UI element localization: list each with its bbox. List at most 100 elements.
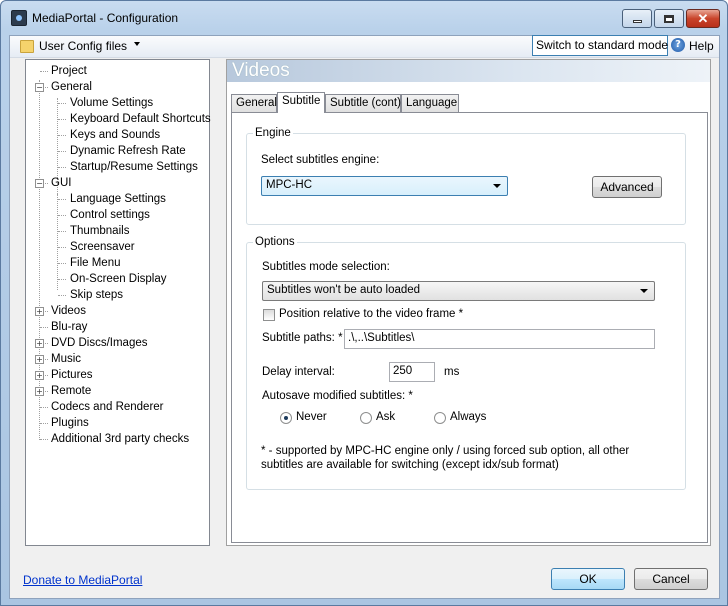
chevron-down-icon xyxy=(640,289,648,293)
tree-connector-line xyxy=(57,194,58,290)
tree-connector-line xyxy=(58,231,66,232)
chevron-down-icon xyxy=(493,184,501,188)
switch-to-standard-mode-button[interactable]: Switch to standard mode xyxy=(532,35,668,56)
folder-icon xyxy=(20,40,34,53)
toolbar: User Config files Switch to standard mod… xyxy=(10,35,719,58)
tree-item[interactable]: Keys and Sounds xyxy=(70,128,160,142)
tab-subtitle-cont[interactable]: Subtitle (cont) xyxy=(325,94,401,113)
tab-language[interactable]: Language xyxy=(401,94,459,113)
maximize-button[interactable] xyxy=(654,9,684,28)
tree-item[interactable]: DVD Discs/Images xyxy=(51,336,148,350)
autosave-never-radio[interactable] xyxy=(280,412,292,424)
engine-support-note: * - supported by MPC-HC engine only / us… xyxy=(261,445,630,471)
settings-panel: Videos General Subtitle Subtitle (cont) … xyxy=(226,59,711,546)
close-button[interactable]: ✕ xyxy=(686,9,720,28)
autosave-never-label[interactable]: Never xyxy=(296,411,327,423)
cancel-button[interactable]: Cancel xyxy=(634,568,708,590)
tree-connector-line xyxy=(40,327,48,328)
minimize-button[interactable] xyxy=(622,9,652,28)
window-title: MediaPortal - Configuration xyxy=(32,11,179,25)
autosave-label: Autosave modified subtitles: * xyxy=(262,390,413,402)
maximize-icon xyxy=(664,14,674,23)
tree-connector-line xyxy=(40,407,48,408)
subtitle-paths-input[interactable]: .\,..\Subtitles\ xyxy=(344,329,655,349)
tree-item[interactable]: Plugins xyxy=(51,416,89,430)
tree-connector-line xyxy=(58,263,66,264)
tree-item[interactable]: Dynamic Refresh Rate xyxy=(70,144,186,158)
position-relative-checkbox[interactable] xyxy=(263,309,275,321)
settings-tree[interactable]: Project − General Volume Settings Keyboard D… xyxy=(25,59,211,546)
advanced-button[interactable]: Advanced xyxy=(592,176,662,198)
tree-connector-line xyxy=(40,439,48,440)
tree-item[interactable]: File Menu xyxy=(70,256,121,270)
tree-item[interactable]: Screensaver xyxy=(70,240,135,254)
autosave-always-label[interactable]: Always xyxy=(450,411,486,423)
tree-connector-line xyxy=(58,295,66,296)
tree-item[interactable]: Skip steps xyxy=(70,288,123,302)
subtitles-mode-value: Subtitles won't be auto loaded xyxy=(267,284,421,296)
tree-connector-line xyxy=(58,215,66,216)
tree-item[interactable]: Blu-ray xyxy=(51,320,87,334)
tree-item[interactable]: Thumbnails xyxy=(70,224,129,238)
tree-item[interactable]: Pictures xyxy=(51,368,93,382)
position-relative-label[interactable]: Position relative to the video frame * xyxy=(279,308,463,320)
subtitles-mode-label: Subtitles mode selection: xyxy=(262,261,390,273)
tree-connector-line xyxy=(58,103,66,104)
tree-connector-line xyxy=(58,279,66,280)
donate-link[interactable]: Donate to MediaPortal xyxy=(23,573,142,587)
main-window: MediaPortal - Configuration ✕ User Confi… xyxy=(0,0,728,606)
user-config-files-dropdown[interactable]: User Config files xyxy=(39,39,127,53)
help-button[interactable]: Help xyxy=(689,39,714,53)
select-engine-label: Select subtitles engine: xyxy=(261,154,380,166)
tree-item[interactable]: On-Screen Display xyxy=(70,272,167,286)
subtitle-tab-content: Engine Select subtitles engine: MPC-HC A… xyxy=(231,112,708,543)
tree-connector-line xyxy=(58,167,66,168)
tree-item[interactable]: Control settings xyxy=(70,208,150,222)
mediaportal-app-icon xyxy=(11,10,27,26)
delay-interval-input[interactable]: 250 xyxy=(389,362,435,382)
engine-legend: Engine xyxy=(255,127,291,139)
tree-item[interactable]: Project xyxy=(51,64,87,78)
tree-item[interactable]: Videos xyxy=(51,304,86,318)
tree-item[interactable]: GUI xyxy=(51,176,71,190)
tree-item[interactable]: Language Settings xyxy=(70,192,166,206)
subtitles-mode-select[interactable]: Subtitles won't be auto loaded xyxy=(262,281,655,301)
expand-icon[interactable]: + xyxy=(35,387,44,396)
expand-icon[interactable]: + xyxy=(35,355,44,364)
expand-icon[interactable]: + xyxy=(35,307,44,316)
expand-icon[interactable]: + xyxy=(35,339,44,348)
delay-interval-label: Delay interval: xyxy=(262,366,335,378)
tab-general[interactable]: General xyxy=(231,94,277,113)
tree-item[interactable]: Music xyxy=(51,352,81,366)
help-icon[interactable]: ? xyxy=(671,38,685,52)
tree-item[interactable]: General xyxy=(51,80,92,94)
tab-subtitle[interactable]: Subtitle xyxy=(277,92,325,113)
tree-connector-line xyxy=(40,71,48,72)
autosave-ask-label[interactable]: Ask xyxy=(376,411,395,423)
subtitles-engine-value: MPC-HC xyxy=(266,179,312,191)
subtitle-paths-label: Subtitle paths: * xyxy=(262,332,343,344)
tree-connector-line xyxy=(40,423,48,424)
tree-item[interactable]: Volume Settings xyxy=(70,96,153,110)
dropdown-arrow-icon[interactable] xyxy=(134,42,140,46)
tree-connector-line xyxy=(58,199,66,200)
title-bar[interactable]: MediaPortal - Configuration ✕ xyxy=(1,1,727,35)
collapse-icon[interactable]: − xyxy=(35,179,44,188)
section-header: Videos xyxy=(227,60,710,82)
client-area: User Config files Switch to standard mod… xyxy=(9,35,720,599)
tree-connector-line xyxy=(39,80,40,440)
subtitles-engine-select[interactable]: MPC-HC xyxy=(261,176,508,196)
tree-item[interactable]: Startup/Resume Settings xyxy=(70,160,198,174)
autosave-always-radio[interactable] xyxy=(434,412,446,424)
autosave-ask-radio[interactable] xyxy=(360,412,372,424)
ok-button[interactable]: OK xyxy=(551,568,625,590)
expand-icon[interactable]: + xyxy=(35,371,44,380)
tree-item[interactable]: Remote xyxy=(51,384,91,398)
tree-item[interactable]: Additional 3rd party checks xyxy=(51,432,189,446)
tree-connector-line xyxy=(58,151,66,152)
delay-unit-label: ms xyxy=(444,366,460,378)
tree-item[interactable]: Keyboard Default Shortcuts xyxy=(70,112,211,126)
close-icon: ✕ xyxy=(697,10,709,26)
tree-item[interactable]: Codecs and Renderer xyxy=(51,400,164,414)
collapse-icon[interactable]: − xyxy=(35,83,44,92)
